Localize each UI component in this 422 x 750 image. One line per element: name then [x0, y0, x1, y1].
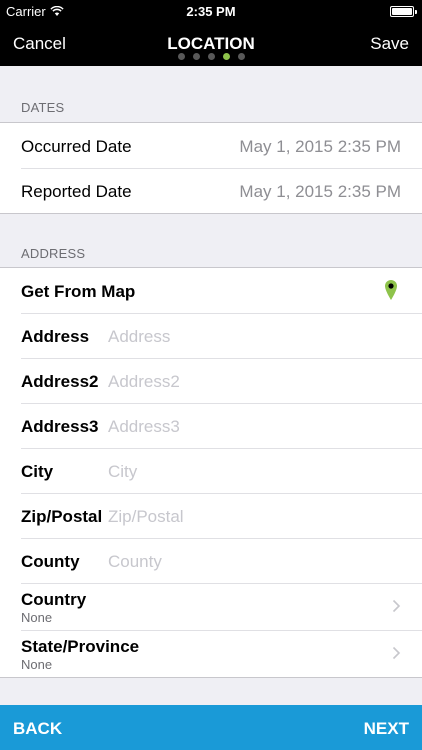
occurred-date-label: Occurred Date — [21, 137, 132, 156]
next-button[interactable]: NEXT — [364, 719, 409, 739]
address-input[interactable] — [108, 327, 388, 347]
chevron-right-icon — [392, 646, 401, 660]
state-province-label: State/Province — [21, 637, 140, 656]
address3-input[interactable] — [108, 417, 388, 437]
city-label: City — [21, 462, 54, 481]
chevron-right-icon — [392, 599, 401, 613]
address-row: Address — [0, 313, 422, 358]
bottom-navigation-bar: BACK NEXT — [0, 705, 422, 750]
country-row[interactable]: Country None — [0, 583, 422, 630]
back-button[interactable]: BACK — [13, 719, 62, 739]
address2-row: Address2 — [0, 358, 422, 403]
dates-group: Occurred Date May 1, 2015 2:35 PM Report… — [0, 122, 422, 214]
get-from-map-row[interactable]: Get From Map — [0, 268, 422, 313]
page-dot — [177, 53, 185, 60]
page-title: LOCATION — [167, 34, 255, 53]
country-label: Country — [21, 590, 87, 609]
occurred-date-row[interactable]: Occurred Date May 1, 2015 2:35 PM — [0, 123, 422, 168]
address2-input[interactable] — [108, 372, 388, 392]
city-input[interactable] — [108, 462, 388, 482]
address2-label: Address2 — [21, 372, 99, 391]
country-value: None — [21, 610, 53, 625]
reported-date-row[interactable]: Reported Date May 1, 2015 2:35 PM — [0, 168, 422, 213]
page-dot-active — [222, 53, 230, 60]
occurred-date-value: May 1, 2015 2:35 PM — [239, 137, 401, 156]
address-label: Address — [21, 327, 90, 346]
page-indicator — [0, 53, 422, 60]
state-province-row[interactable]: State/Province None — [0, 630, 422, 677]
city-row: City — [0, 448, 422, 493]
state-province-value: None — [21, 657, 53, 672]
battery-icon — [390, 6, 417, 17]
zip-row: Zip/Postal — [0, 493, 422, 538]
status-time: 2:35 PM — [186, 4, 236, 19]
address-group: Get From Map Address Address2 Address3 C… — [0, 267, 422, 678]
county-label: County — [21, 552, 80, 571]
get-from-map-label: Get From Map — [21, 282, 136, 301]
dates-section-header: DATES — [21, 100, 65, 115]
save-button[interactable]: Save — [370, 34, 409, 54]
status-bar: Carrier 2:35 PM — [0, 0, 422, 22]
zip-label: Zip/Postal — [21, 507, 103, 526]
address-section-header: ADDRESS — [21, 246, 86, 261]
reported-date-value: May 1, 2015 2:35 PM — [239, 182, 401, 201]
address3-label: Address3 — [21, 417, 99, 436]
zip-input[interactable] — [108, 507, 388, 527]
county-row: County — [0, 538, 422, 583]
county-input[interactable] — [108, 552, 388, 572]
map-pin-icon[interactable] — [384, 279, 398, 301]
page-dot — [237, 53, 245, 60]
page-dot — [192, 53, 200, 60]
page-dot — [207, 53, 215, 60]
address3-row: Address3 — [0, 403, 422, 448]
navigation-bar: Cancel LOCATION Save — [0, 22, 422, 66]
reported-date-label: Reported Date — [21, 182, 132, 201]
